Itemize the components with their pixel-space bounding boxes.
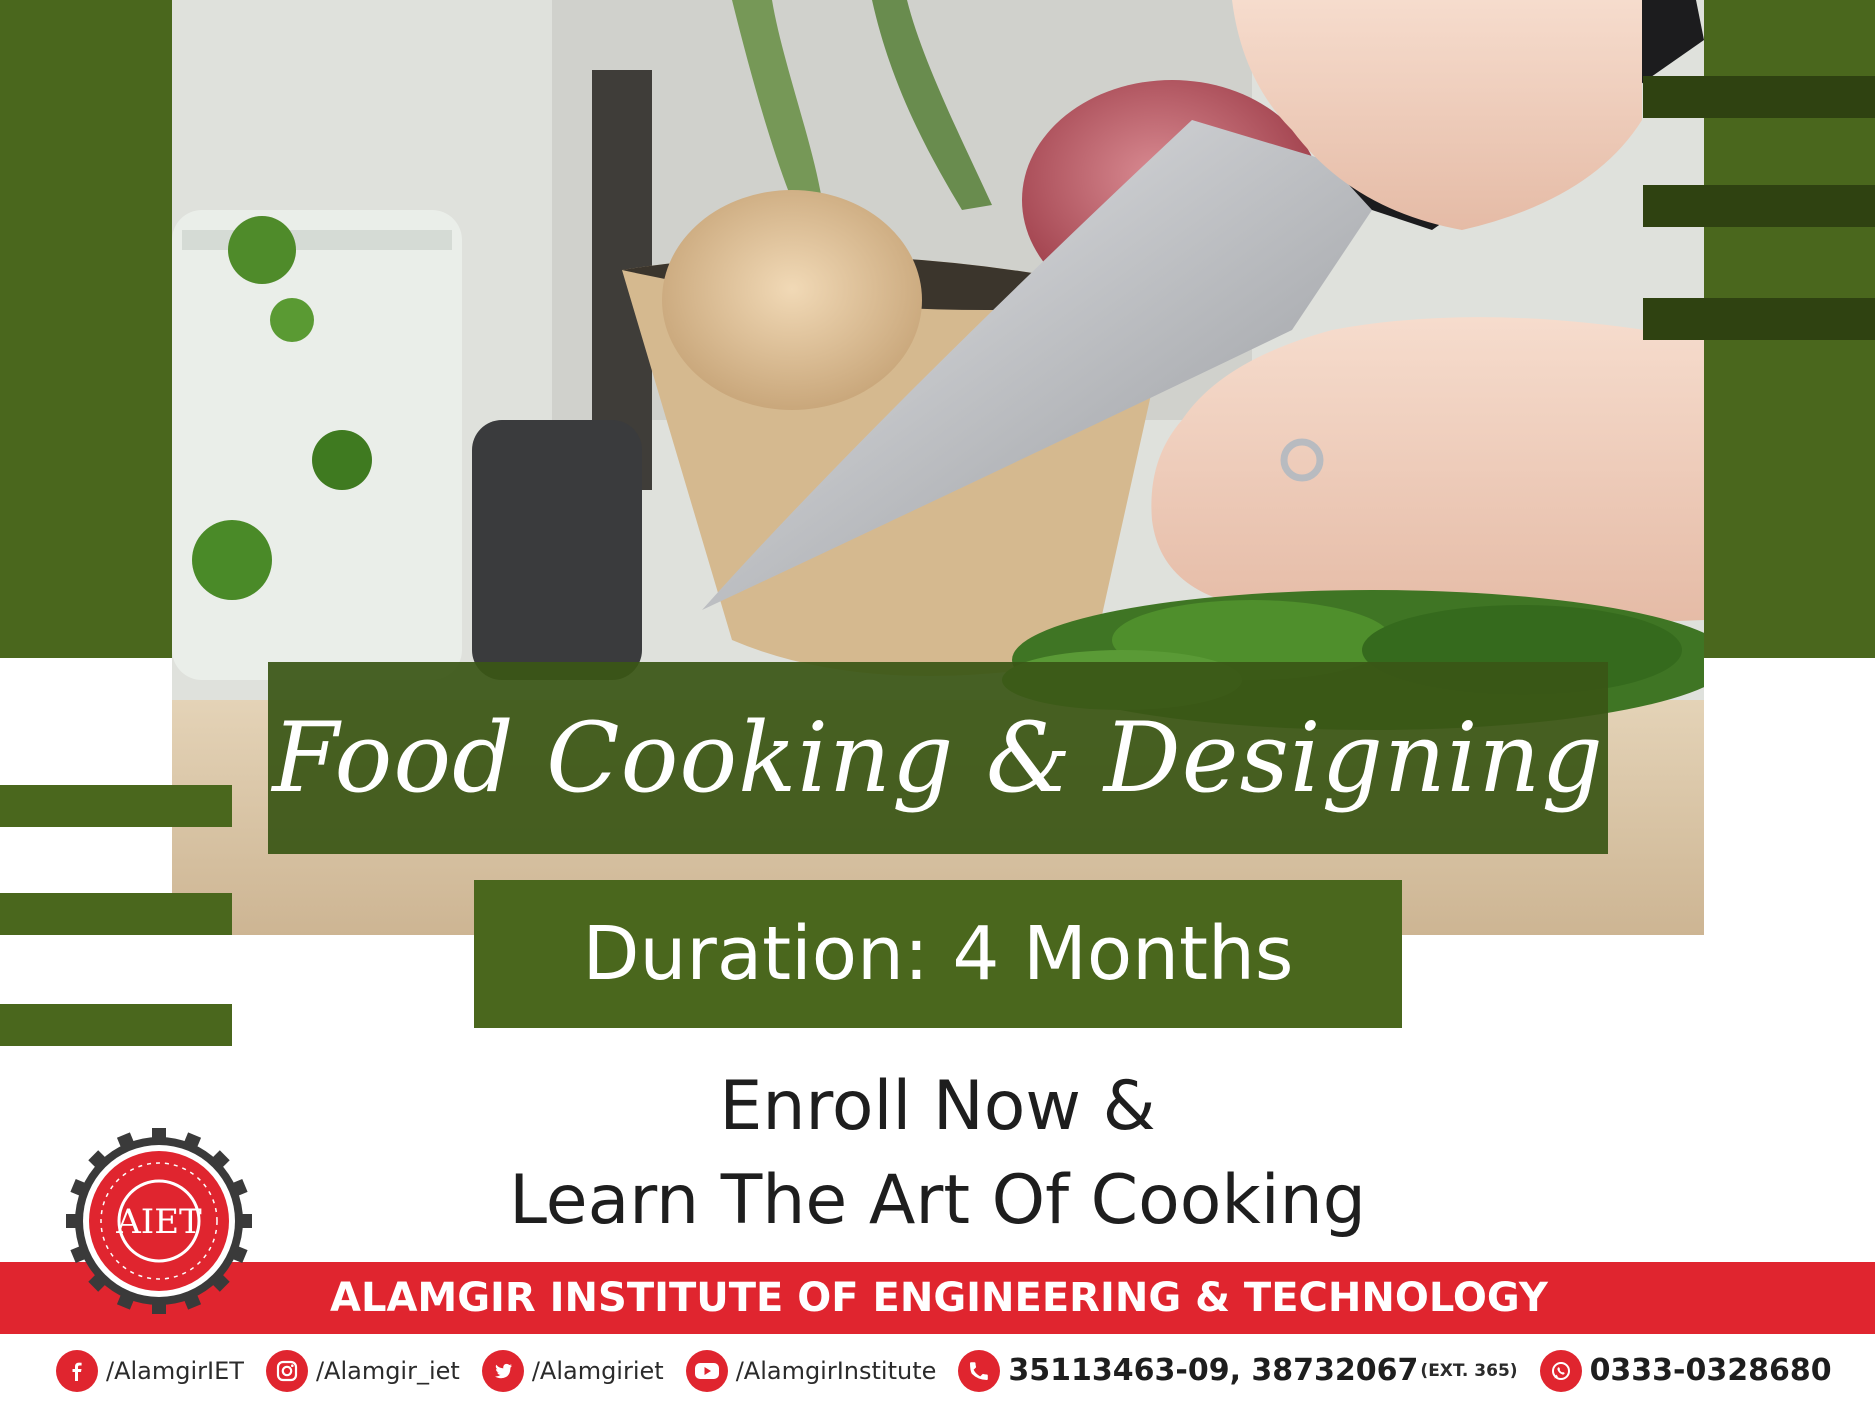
enroll-line-1: Enroll Now & [719,1067,1156,1146]
left-green-panel [0,0,172,658]
twitter-icon [481,1349,524,1392]
youtube-link[interactable]: /AlamgirInstitute [685,1349,937,1392]
left-green-bar-1 [0,785,232,827]
enroll-line-2: Learn The Art Of Cooking [509,1161,1366,1240]
whatsapp-number: 0333-0328680 [1589,1353,1832,1388]
phone-contact[interactable]: 35113463-09, 38732067 (EXT. 365) [958,1349,1518,1392]
twitter-handle: /Alamgiriet [531,1356,664,1385]
duration-box: Duration: 4 Months [474,880,1402,1028]
institute-logo: AIET [66,1128,252,1314]
course-title: Food Cooking & Designing [272,702,1604,814]
phone-icon [958,1349,1001,1392]
twitter-link[interactable]: /Alamgiriet [481,1349,664,1392]
facebook-handle: /AlamgirIET [106,1356,244,1385]
facebook-link[interactable]: /AlamgirIET [56,1349,244,1392]
youtube-handle: /AlamgirInstitute [735,1356,937,1385]
phone-numbers: 35113463-09, 38732067 [1008,1353,1419,1388]
right-dark-bar-2 [1643,185,1875,227]
instagram-icon [265,1349,308,1392]
instagram-handle: /Alamgir_iet [315,1356,460,1385]
whatsapp-contact[interactable]: 0333-0328680 [1539,1349,1832,1392]
contact-footer: /AlamgirIET /Alamgir_iet /Alamgiriet /Al… [0,1334,1875,1407]
facebook-icon [56,1349,98,1392]
right-dark-bar-1 [1643,76,1875,118]
title-banner: Food Cooking & Designing [268,662,1608,854]
enroll-message: Enroll Now & Learn The Art Of Cooking [380,1060,1495,1248]
logo-text: AIET [115,1202,202,1242]
youtube-icon [685,1349,728,1392]
left-green-bar-3 [0,1004,232,1046]
instagram-link[interactable]: /Alamgir_iet [265,1349,460,1392]
left-green-bar-2 [0,893,232,935]
phone-extension: (EXT. 365) [1420,1360,1518,1381]
right-dark-bar-3 [1643,298,1875,340]
whatsapp-icon [1539,1349,1582,1392]
institute-name: ALAMGIR INSTITUTE OF ENGINEERING & TECHN… [330,1275,1548,1321]
duration-text: Duration: 4 Months [582,911,1294,997]
